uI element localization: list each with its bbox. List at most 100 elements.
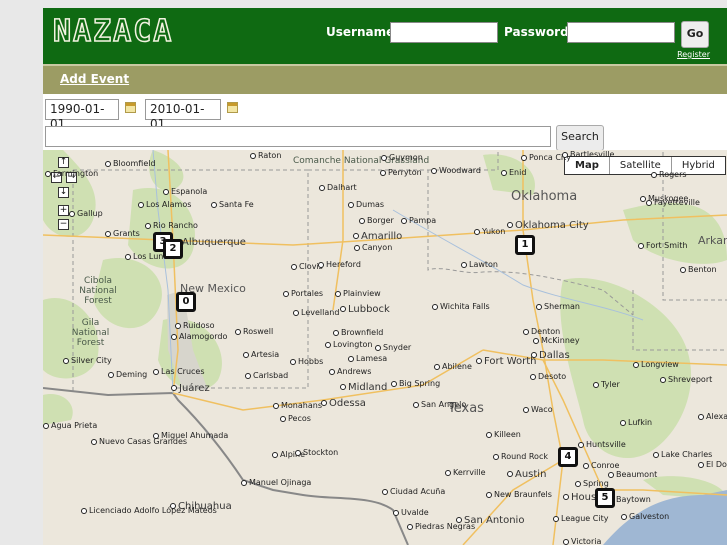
city-dot-icon [434,363,440,370]
city-dot-icon [523,406,529,413]
city-dot-icon [69,210,75,217]
city-dot-icon [171,385,177,391]
event-marker[interactable]: 5 [595,488,615,508]
city-name: Ruidoso [183,321,215,330]
city-name: Los Alamos [146,200,192,209]
city-dot-icon [563,494,569,500]
city-name: Alexandria [706,412,727,421]
end-date-field[interactable]: 2010-01-01 [145,99,221,131]
city-dot-icon [280,415,286,422]
city-label: Fayetteville [646,198,700,208]
city-dot-icon [651,171,657,178]
site-logo[interactable]: NAZACA [52,13,173,50]
city-label: Beaumont [608,470,657,480]
city-name: Dalhart [327,183,357,192]
search-button[interactable]: Search [556,125,604,151]
region-label: Cibola National Forest [79,276,117,306]
city-label: Tyler [593,380,620,390]
city-dot-icon [562,151,568,158]
city-name: Bloomfield [113,159,156,168]
city-name: Killeen [494,430,521,439]
city-label: San Angelo [413,400,466,410]
city-dot-icon [273,402,279,409]
city-name: Brownfield [341,328,384,337]
city-name: San Angelo [421,400,467,409]
city-label: Longview [633,360,679,370]
event-marker[interactable]: 2 [163,239,183,259]
username-input[interactable] [390,22,498,43]
city-name: Juárez [179,383,210,394]
city-name: Abilene [442,362,472,371]
city-name: Rogers [659,170,687,179]
city-name: Miguel Ahumada [161,431,229,440]
city-name: Raton [258,151,282,160]
city-dot-icon [578,441,584,448]
event-marker[interactable]: 0 [176,292,196,312]
city-name: Las Cruces [161,367,205,376]
city-label: Bloomfield [105,159,156,169]
city-label: Dumas [348,200,384,210]
city-name: Hereford [326,260,361,269]
city-label: Levelland [293,308,339,318]
start-date-field[interactable]: 1990-01-01 [45,99,119,131]
city-name: Bartlesville [570,150,615,159]
city-label: Dalhart [319,183,357,193]
city-label: Brownfield [333,328,383,338]
city-label: Kerrville [445,468,486,478]
city-dot-icon [646,199,652,206]
city-dot-icon [553,515,559,522]
city-dot-icon [660,376,666,383]
city-label: Lake Charles [653,450,712,460]
city-name: Stockton [303,448,339,457]
city-dot-icon [474,228,480,235]
city-name: League City [561,514,609,523]
city-label: Rogers [651,170,687,180]
city-label: Austin [507,470,546,480]
city-dot-icon [319,184,325,191]
city-label: Abilene [434,362,472,372]
password-input[interactable] [567,22,675,43]
city-dot-icon [393,509,399,516]
city-label: Hobbs [290,357,323,367]
city-label: Bartlesville [562,150,614,160]
city-dot-icon [105,230,111,237]
city-name: Alamogordo [179,332,228,341]
city-name: Denton [531,327,561,336]
map[interactable]: Map Satellite Hybrid ↑ ← → ↓ + − Comanch… [43,150,727,545]
city-dot-icon [638,242,644,249]
pan-down-icon[interactable]: ↓ [58,187,69,198]
city-dot-icon [241,479,247,486]
city-label: Borger [359,216,394,226]
add-event-link[interactable]: Add Event [60,72,129,86]
register-link[interactable]: Register [677,50,710,59]
city-dot-icon [293,309,299,316]
zoom-in-icon[interactable]: + [58,205,69,216]
city-label: Guymon [381,153,423,163]
city-label: Midland [340,383,387,393]
city-label: Roswell [235,327,273,337]
event-marker[interactable]: 4 [558,447,578,467]
city-label: Sherman [536,302,580,312]
pan-up-icon[interactable]: ↑ [58,157,69,168]
city-label: Albuquerque [174,238,246,248]
city-dot-icon [530,373,536,380]
city-name: Manuel Ojinaga [249,478,312,487]
city-label: Pampa [401,216,436,226]
city-name: Agua Prieta [51,421,98,430]
calendar-icon[interactable] [125,102,136,113]
event-marker[interactable]: 1 [515,235,535,255]
search-input[interactable] [45,126,551,147]
city-dot-icon [245,372,251,379]
city-label: Canyon [354,243,392,253]
city-label: Portales [283,289,323,299]
city-label: Lufkin [620,418,652,428]
go-button[interactable]: Go [681,21,709,48]
city-dot-icon [353,233,359,239]
calendar-icon[interactable] [227,102,238,113]
city-label: New Braunfels [486,490,552,500]
city-label: Grants [105,229,140,239]
city-label: Los Alamos [138,200,191,210]
city-name: McKinney [541,336,580,345]
city-label: Alamogordo [171,332,227,342]
zoom-out-icon[interactable]: − [58,219,69,230]
